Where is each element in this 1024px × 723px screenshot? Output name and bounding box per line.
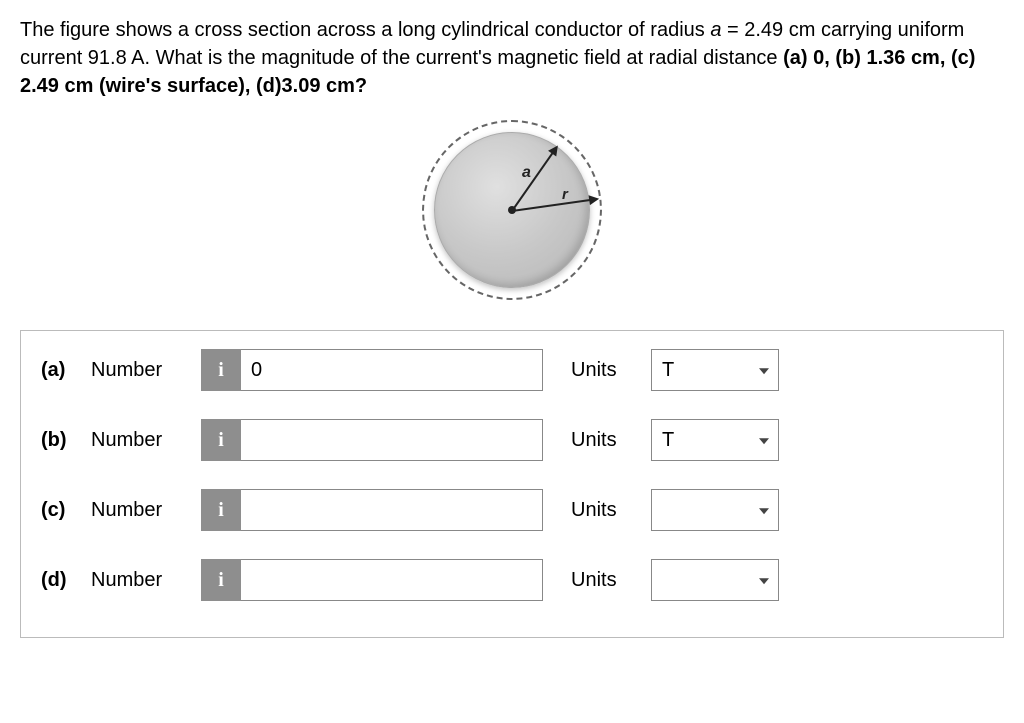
units-label: Units: [571, 499, 651, 522]
answer-row-c: (c) Number i Units: [41, 489, 983, 531]
number-input-b[interactable]: [241, 419, 543, 461]
info-icon[interactable]: i: [201, 419, 241, 461]
number-input-a[interactable]: [241, 349, 543, 391]
part-label: (a): [41, 359, 91, 382]
info-icon[interactable]: i: [201, 489, 241, 531]
answer-row-b: (b) Number i Units T: [41, 419, 983, 461]
figure-container: a r: [20, 120, 1004, 300]
q-radius-var: a: [710, 19, 721, 41]
number-label: Number: [91, 359, 201, 382]
units-select-a[interactable]: T: [651, 349, 779, 391]
answer-row-d: (d) Number i Units: [41, 559, 983, 601]
number-label: Number: [91, 569, 201, 592]
answer-row-a: (a) Number i Units T: [41, 349, 983, 391]
units-select-c[interactable]: [651, 489, 779, 531]
part-label: (d): [41, 569, 91, 592]
info-icon[interactable]: i: [201, 349, 241, 391]
conductor-figure: a r: [422, 120, 602, 300]
q-pre: The figure shows a cross section across …: [20, 19, 710, 41]
number-label: Number: [91, 429, 201, 452]
label-r: r: [562, 186, 568, 203]
label-a: a: [522, 164, 531, 182]
units-label: Units: [571, 429, 651, 452]
units-select-b[interactable]: T: [651, 419, 779, 461]
number-label: Number: [91, 499, 201, 522]
question-text: The figure shows a cross section across …: [20, 16, 1004, 100]
part-label: (c): [41, 499, 91, 522]
part-label: (b): [41, 429, 91, 452]
center-dot: [508, 206, 516, 214]
info-icon[interactable]: i: [201, 559, 241, 601]
units-label: Units: [571, 569, 651, 592]
number-input-c[interactable]: [241, 489, 543, 531]
number-input-d[interactable]: [241, 559, 543, 601]
answer-panel: (a) Number i Units T (b) Number i Units …: [20, 330, 1004, 638]
units-label: Units: [571, 359, 651, 382]
units-select-d[interactable]: [651, 559, 779, 601]
